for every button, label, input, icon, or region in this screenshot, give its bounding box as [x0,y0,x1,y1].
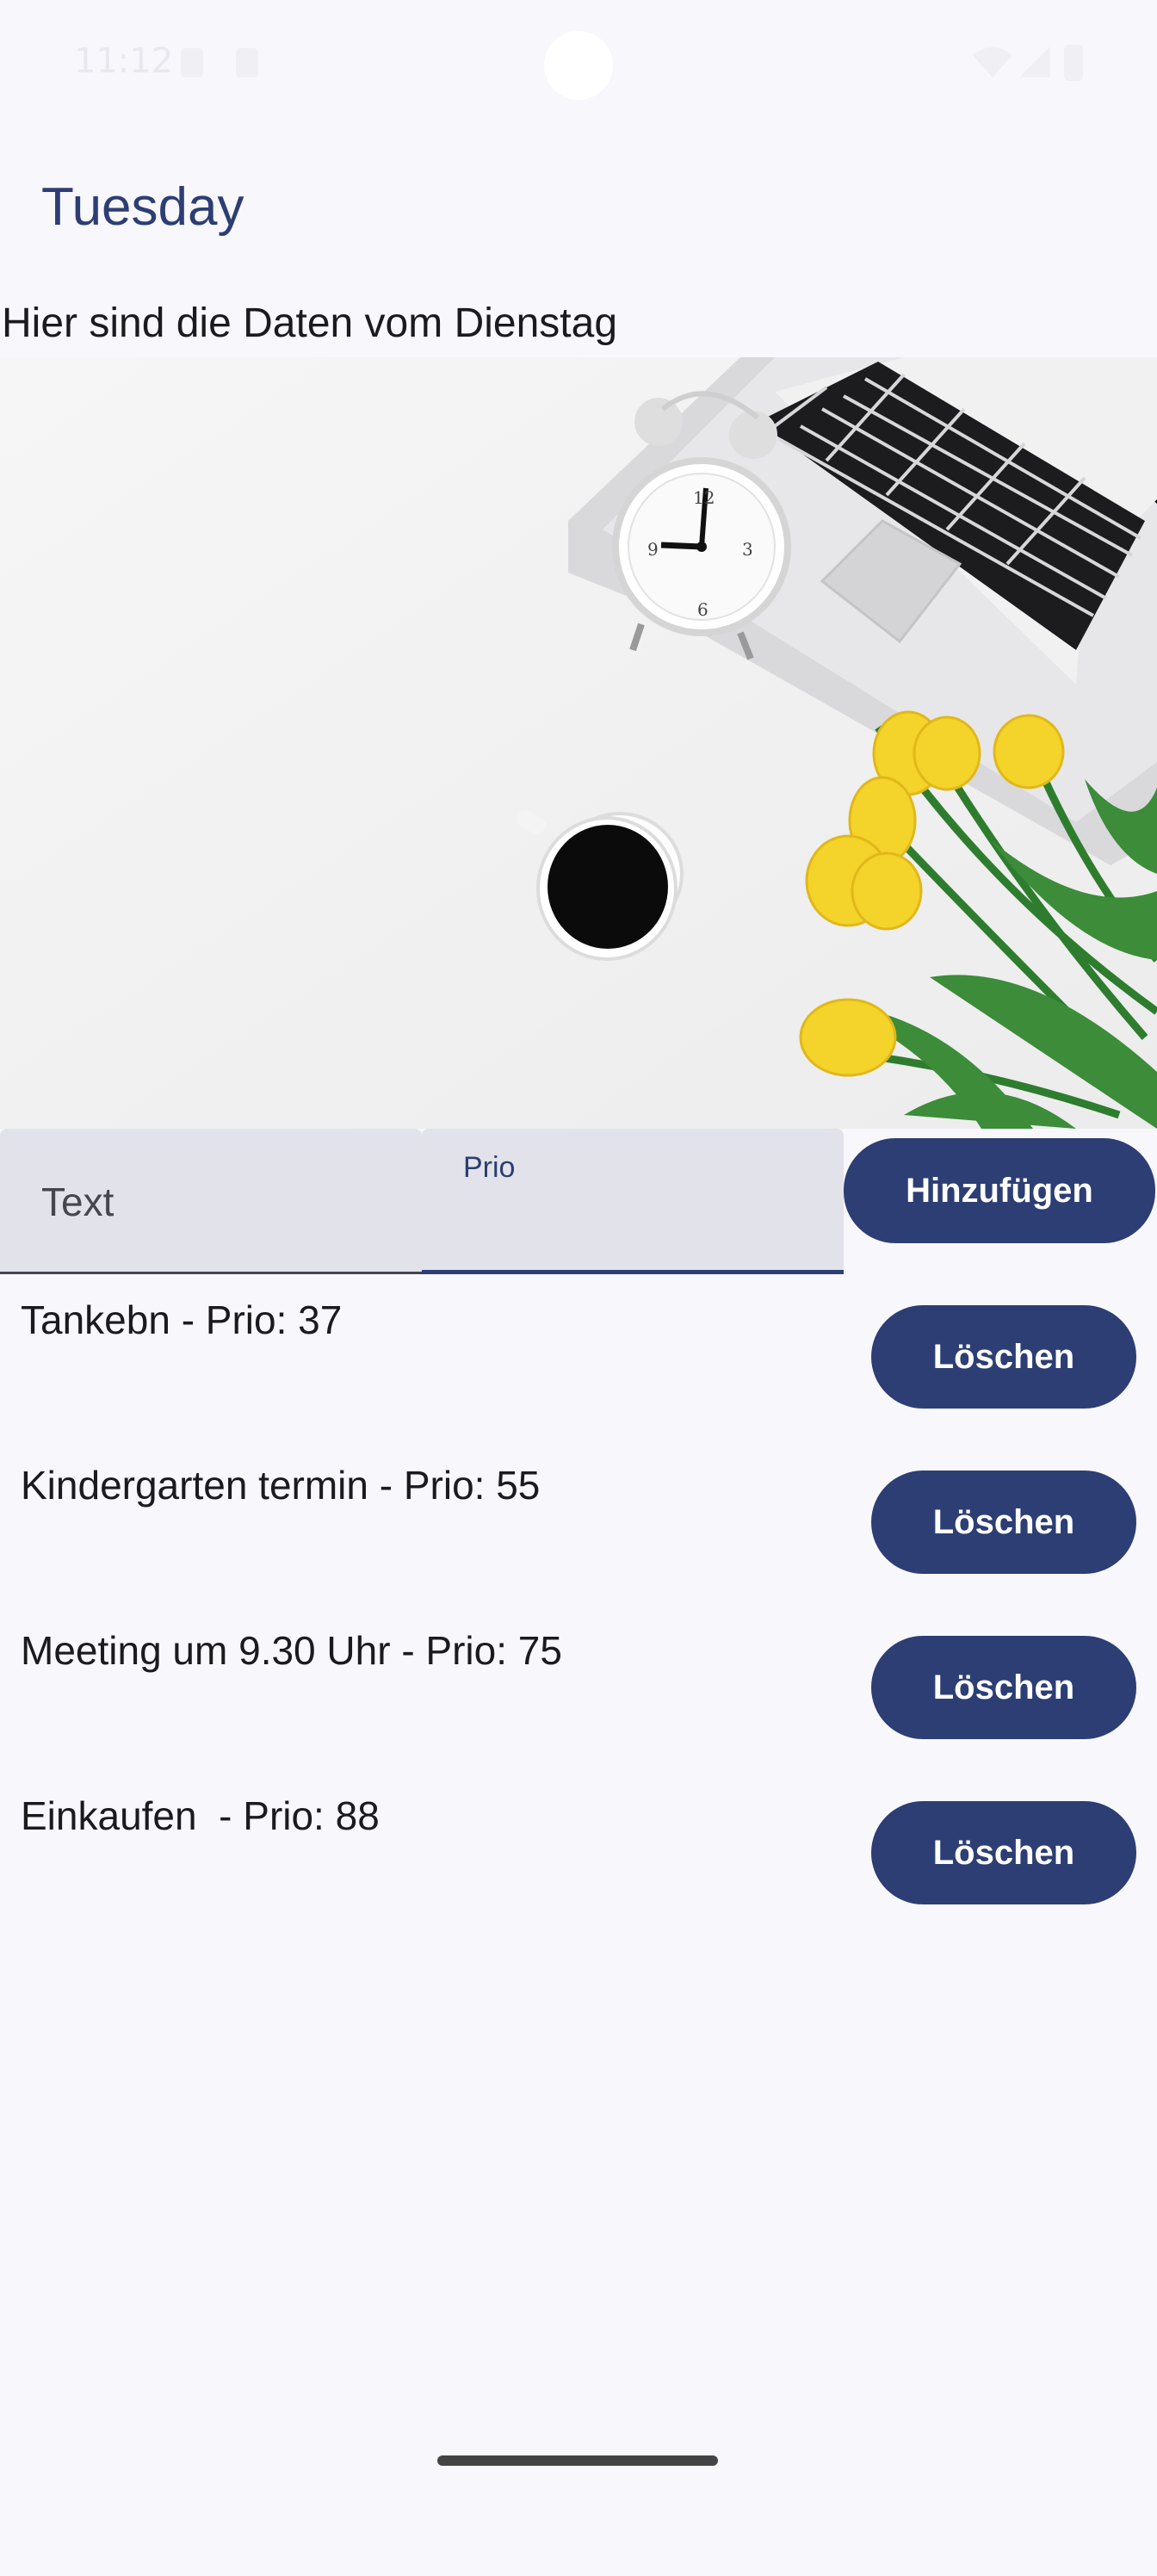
camera-cutout [544,31,613,100]
svg-text:9: 9 [647,539,659,560]
status-time: 11:12 [74,41,174,81]
svg-text:3: 3 [742,539,753,560]
sim-card-icon [181,48,203,77]
list-item-text: Tankebn - Prio: 37 [21,1297,343,1342]
svg-text:6: 6 [697,599,708,620]
text-input-placeholder: Text [41,1180,114,1224]
delete-button[interactable]: Löschen [871,1471,1136,1574]
text-input[interactable]: Text [0,1129,422,1274]
svg-text:12: 12 [693,487,715,508]
delete-button[interactable]: Löschen [871,1305,1136,1409]
prio-input[interactable]: Prio [422,1129,844,1274]
hero-image: 12 3 6 9 [0,357,1157,1129]
add-button[interactable]: Hinzufügen [844,1138,1155,1243]
status-bar: 11:12 [0,0,1157,129]
page-title: Tuesday [41,177,244,237]
prio-input-label: Prio [463,1151,516,1184]
list-item-text: Meeting um 9.30 Uhr - Prio: 75 [21,1628,562,1673]
wifi-icon [973,47,1012,77]
delete-button[interactable]: Löschen [871,1801,1136,1904]
list-item-text: Einkaufen - Prio: 88 [21,1793,380,1838]
notification-icon [236,48,258,77]
battery-icon [1064,45,1083,81]
signal-icon [1019,46,1050,77]
page-subtitle: Hier sind die Daten vom Dienstag [2,300,618,346]
list-item-text: Kindergarten termin - Prio: 55 [21,1463,541,1508]
home-indicator[interactable] [437,2455,718,2466]
delete-button[interactable]: Löschen [871,1636,1136,1739]
